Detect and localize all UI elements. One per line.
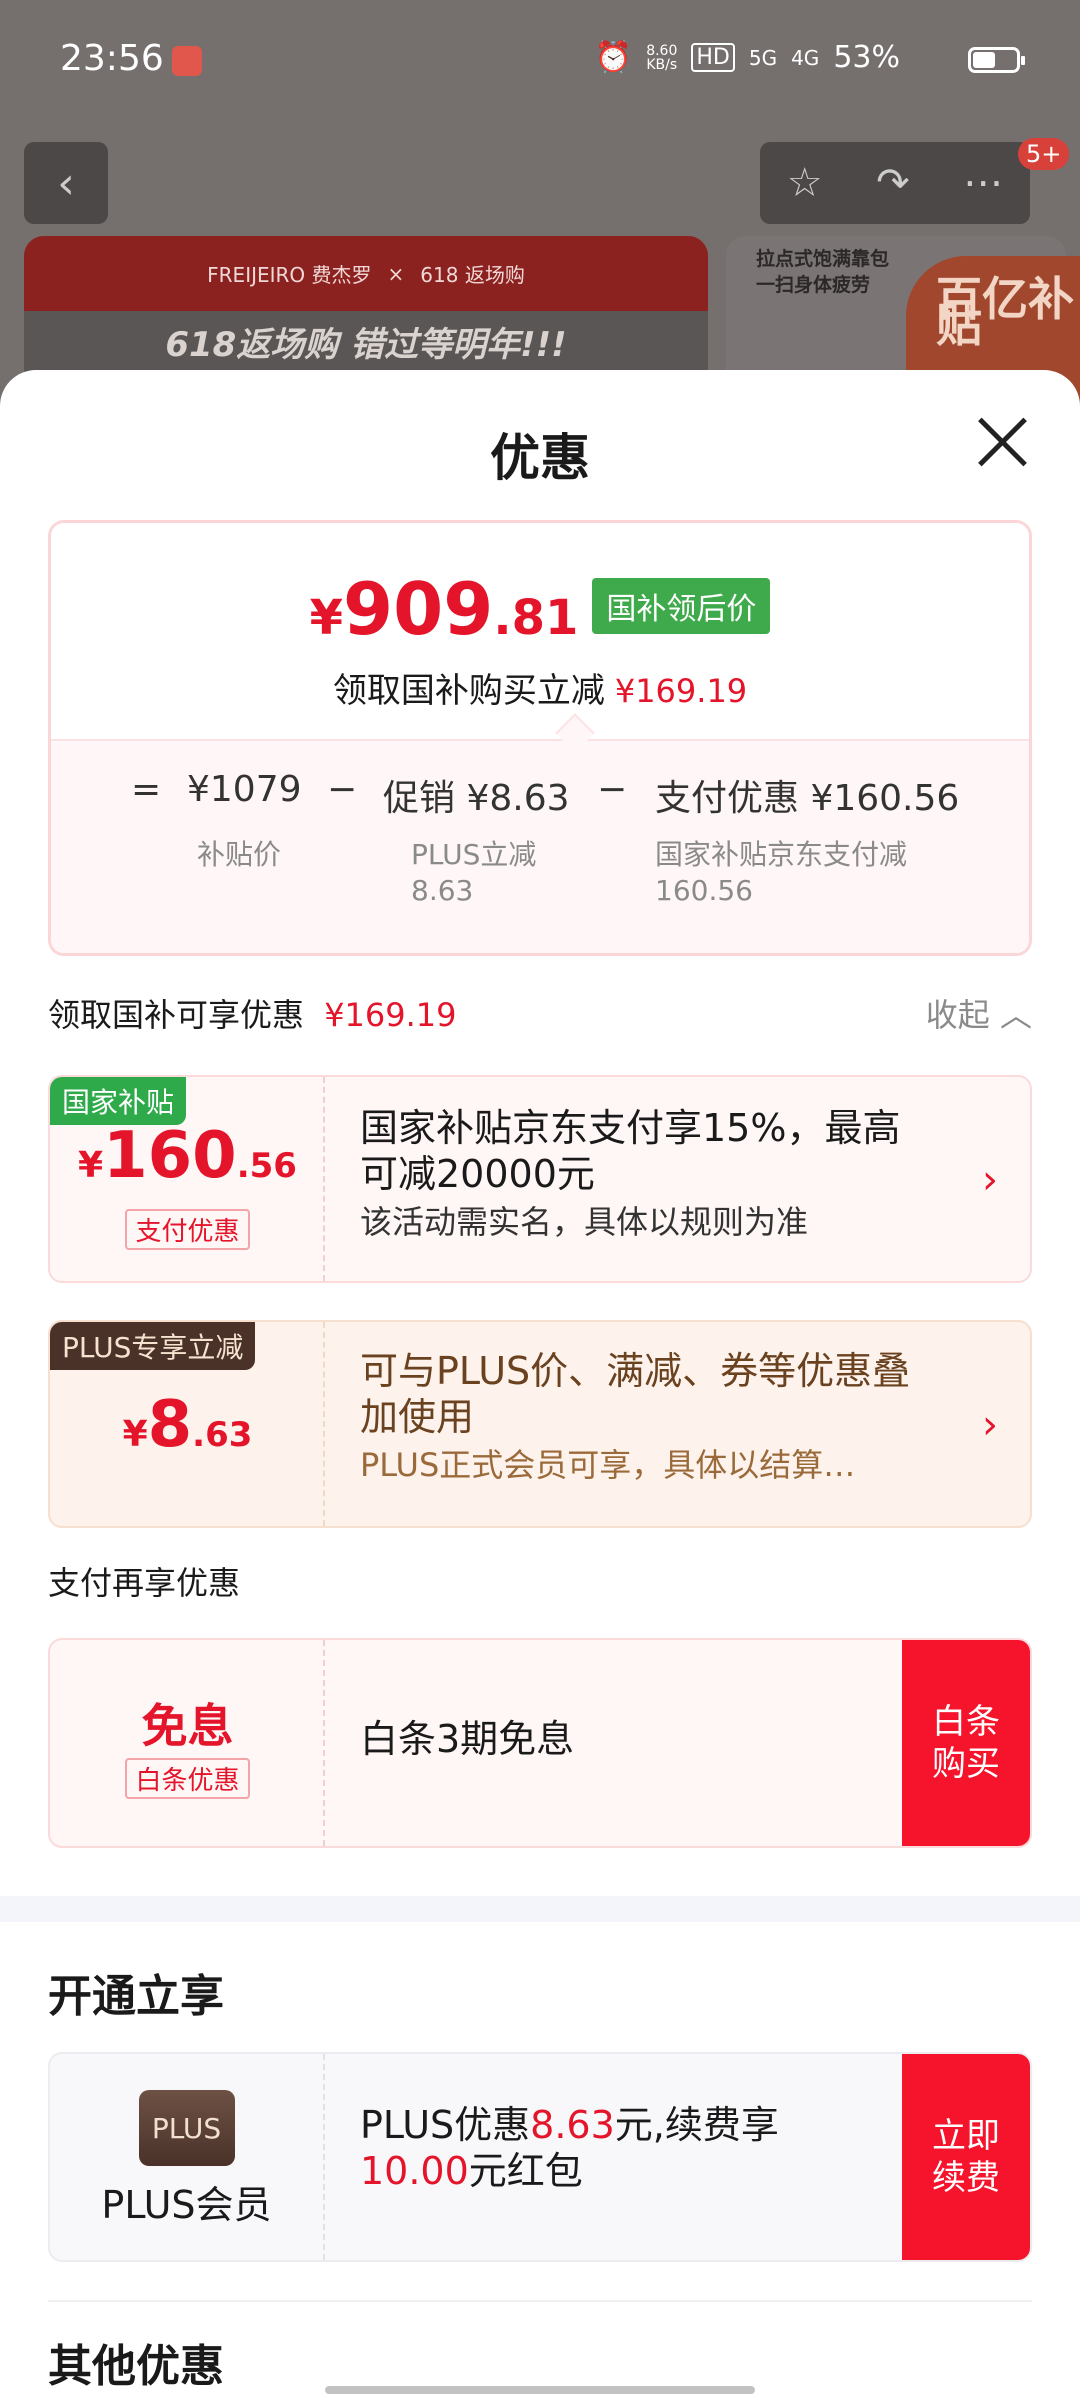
- coupon-label: 白条优惠: [125, 1758, 250, 1799]
- other-section-title: 其他优惠: [48, 2341, 224, 2392]
- status-bar: 23:56 ⏰ 8.60 KB/s HD 5G 4G 53%: [0, 0, 1080, 130]
- favorite-star-icon[interactable]: ☆: [787, 160, 823, 206]
- price-tag: 国补领后价: [592, 578, 771, 634]
- chevron-right-icon: ›: [982, 1157, 998, 1203]
- coupon-desc: 该活动需实名，具体以规则为准: [360, 1203, 809, 1241]
- price-formula: = ¥1079 − 促销 ¥8.63 − 支付优惠 ¥160.56 补贴价 PL…: [51, 739, 1029, 953]
- event-logo: 618 返场购: [420, 263, 525, 287]
- app-notification-icon: [172, 46, 202, 76]
- more-icon[interactable]: ⋯: [963, 160, 1003, 206]
- price-summary-box: ¥909.81 国补领后价 领取国补购买立减 ¥169.19 = ¥1079 − …: [48, 520, 1032, 956]
- coupon-amount: ¥8.63: [122, 1388, 253, 1462]
- plus-offer-text: PLUS优惠8.63元,续费享10.00元红包: [360, 2103, 779, 2193]
- hd-icon: HD: [691, 43, 735, 72]
- brand-logo: FREIJEIRO 费杰罗: [207, 263, 372, 287]
- formula-eq: =: [131, 769, 162, 810]
- coupon-amount: ¥160.56: [78, 1119, 297, 1193]
- sheet-title: 优惠: [490, 429, 590, 487]
- plus-member-name: PLUS会员: [101, 2183, 272, 2227]
- background-page: 23:56 ⏰ 8.60 KB/s HD 5G 4G 53% ‹ ☆ ↷ ⋯ 5…: [0, 0, 1080, 436]
- back-button[interactable]: ‹: [24, 142, 108, 224]
- pay-value: 160.56: [655, 874, 753, 907]
- formula-pay: 支付优惠 ¥160.56: [655, 778, 960, 819]
- formula-minus-1: −: [327, 769, 358, 810]
- promo-label: PLUS立减: [411, 838, 537, 871]
- final-price: ¥909.81: [309, 567, 579, 651]
- battery-icon: [968, 47, 1025, 73]
- formula-base: ¥1079: [187, 769, 302, 810]
- promo-value: 8.63: [411, 874, 474, 907]
- chevron-up-icon: ︿: [999, 996, 1032, 1034]
- baitiao-desc: 白条3期免息: [360, 1717, 575, 1761]
- plus-membership-card: PLUS PLUS会员 PLUS优惠8.63元,续费享10.00元红包 立即 续…: [48, 2052, 1032, 2262]
- share-icon[interactable]: ↷: [876, 160, 910, 206]
- coupon-desc: PLUS正式会员可享，具体以结算…: [360, 1446, 856, 1484]
- top-actions: ☆ ↷ ⋯: [760, 142, 1030, 224]
- chevron-right-icon: ›: [982, 1402, 998, 1448]
- coupon-title: 可与PLUS价、满减、券等优惠叠加使用: [360, 1349, 911, 1439]
- collapse-button[interactable]: 收起 ︿: [926, 990, 1032, 1036]
- section-divider: [0, 1896, 1080, 1922]
- home-indicator[interactable]: [325, 2386, 755, 2394]
- signal-5g-icon: 5G: [748, 45, 778, 70]
- baitiao-buy-button[interactable]: 白条 购买: [902, 1640, 1030, 1846]
- interest-free-title: 免息: [141, 1699, 234, 1753]
- formula-promo: 促销 ¥8.63: [383, 778, 570, 819]
- coupon-title: 国家补贴京东支付享15%，最高可减20000元: [360, 1106, 901, 1196]
- coupon-tag: 国家补贴: [50, 1077, 187, 1125]
- coupon-plus[interactable]: ¥8.63 PLUS专享立减 可与PLUS价、满减、券等优惠叠加使用 PLUS正…: [48, 1320, 1032, 1528]
- pay-label: 国家补贴京东支付减: [655, 838, 908, 871]
- net-speed: 8.60 KB/s: [646, 42, 678, 73]
- guobu-section-header: 领取国补可享优惠 ¥169.19: [48, 996, 457, 1034]
- battery-percent: 53%: [833, 40, 900, 75]
- open-section-title: 开通立享: [48, 1971, 224, 2022]
- signal-4g-icon: 4G: [791, 45, 820, 70]
- status-indicators: ⏰ 8.60 KB/s HD 5G 4G 53%: [595, 40, 900, 75]
- discount-sheet: 优惠 ¥909.81 国补领后价 领取国补购买立减 ¥169.19 = ¥1079…: [0, 370, 1080, 2400]
- base-label: 补贴价: [197, 838, 282, 871]
- coupon-tag: PLUS专享立减: [50, 1322, 256, 1370]
- coupon-label: 支付优惠: [125, 1209, 250, 1250]
- plus-logo: PLUS: [138, 2090, 235, 2166]
- saving-amount: ¥169.19: [614, 672, 748, 710]
- pay-section-title: 支付再享优惠: [48, 1564, 241, 1602]
- coupon-national-subsidy[interactable]: ¥160.56 支付优惠 国家补贴 国家补贴京东支付享15%，最高可减20000…: [48, 1075, 1032, 1283]
- renew-button[interactable]: 立即 续费: [902, 2054, 1030, 2260]
- price-subtitle: 领取国补购买立减 ¥169.19: [332, 671, 748, 711]
- coupon-baitiao: 免息 白条优惠 白条3期免息 白条 购买: [48, 1638, 1032, 1848]
- status-time: 23:56: [60, 38, 164, 79]
- close-icon[interactable]: [974, 414, 1030, 470]
- formula-minus-2: −: [597, 769, 628, 810]
- alarm-icon: ⏰: [594, 40, 633, 75]
- guobu-amount: ¥169.19: [324, 996, 457, 1034]
- message-badge: 5+: [1018, 138, 1070, 170]
